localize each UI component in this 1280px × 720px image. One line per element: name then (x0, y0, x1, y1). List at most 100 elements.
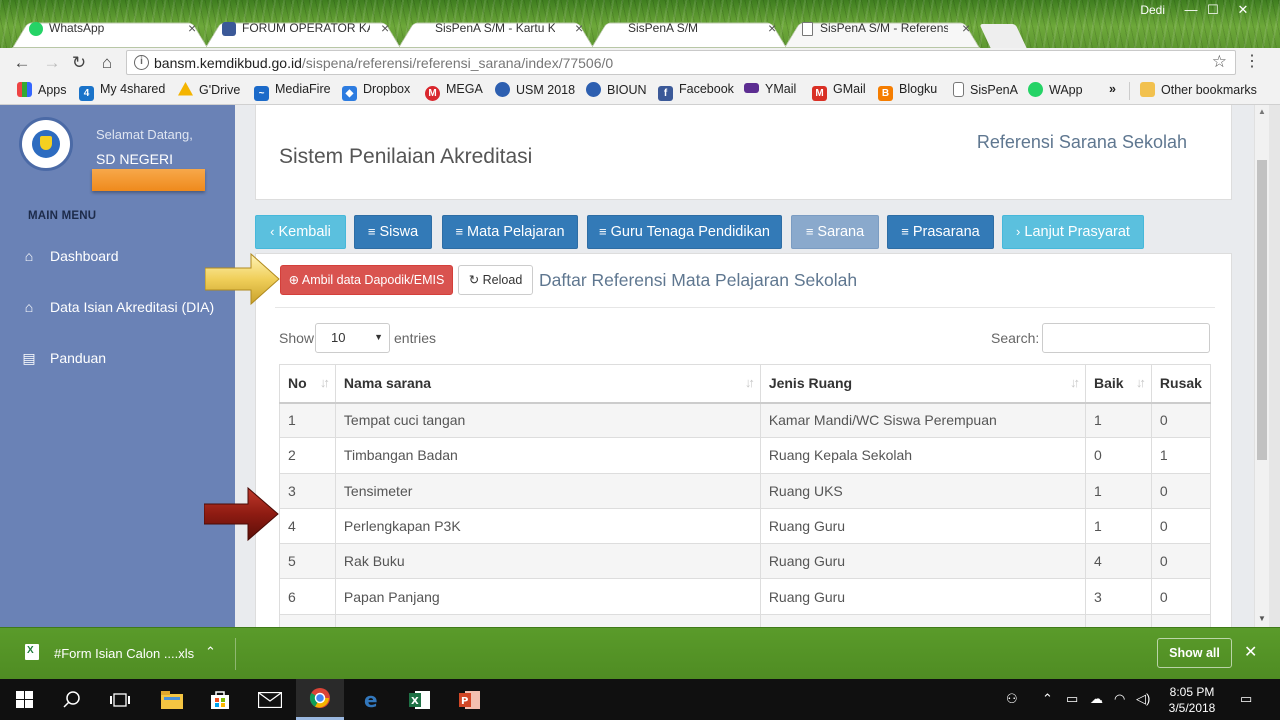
bookmark-apps[interactable]: Apps (17, 82, 67, 100)
mail-icon[interactable] (246, 679, 294, 720)
back-arrow-icon[interactable]: ← (11, 52, 33, 74)
task-view-icon[interactable] (96, 679, 144, 720)
powerpoint-icon[interactable]: P (446, 679, 494, 720)
people-icon[interactable]: ⚇ (1006, 691, 1018, 707)
scroll-down-arrow-icon[interactable]: ▼ (1258, 614, 1266, 623)
cell-rusak: 0 (1150, 578, 1212, 615)
forward-arrow-icon[interactable]: → (41, 52, 63, 74)
cell-baik: 1 (1085, 472, 1152, 509)
cell-rusak: 0 (1150, 472, 1212, 509)
mata-pelajaran-button[interactable]: ≡ Mata Pelajaran (442, 215, 578, 249)
facebook-icon (222, 22, 236, 36)
bookmark-bioun[interactable]: BIOUN (586, 82, 647, 100)
search-label: Search: (991, 330, 1040, 346)
battery-icon[interactable]: ▭ (1066, 691, 1078, 707)
show-all-button[interactable]: Show all (1157, 638, 1232, 668)
column-header-baik[interactable]: Baik ↓↑ (1085, 364, 1152, 404)
sidebar: Selamat Datang, SD NEGERI MAIN MENU ⌂ Das… (0, 105, 235, 627)
sidebar-item-dashboard[interactable]: ⌂ Dashboard (20, 248, 119, 270)
prasarana-button[interactable]: ≡ Prasarana (887, 215, 994, 249)
column-header-jenis-ruang[interactable]: Jenis Ruang ↓↑ (759, 364, 1087, 404)
close-tab-icon[interactable]: × (768, 20, 776, 36)
search-input[interactable] (1042, 323, 1210, 353)
windows-start-icon[interactable] (0, 679, 48, 720)
close-tab-icon[interactable]: × (381, 20, 389, 36)
store-icon[interactable] (196, 679, 244, 720)
ambil-data-dapodik-button[interactable]: ⊕ Ambil data Dapodik/EMIS (280, 265, 453, 295)
bookmark-dropbox[interactable]: ◆ Dropbox (342, 82, 410, 101)
cell-nama-sarana: Tensimeter (334, 472, 761, 509)
lanjut-prasyarat-button[interactable]: › Lanjut Prasyarat (1002, 215, 1144, 249)
bookmark-divider (1129, 82, 1130, 100)
chevron-up-icon[interactable]: ⌃ (205, 644, 216, 660)
download-item[interactable]: #Form Isian Calon ....xls (54, 646, 194, 661)
bookmark-mediafire[interactable]: ~ MediaFire (254, 82, 331, 101)
dropbox-icon: ◆ (342, 86, 357, 101)
page-length-select[interactable]: 10 ▼ (315, 323, 390, 353)
bookmark-4shared[interactable]: 4 My 4shared (79, 82, 165, 101)
cell-jenis-ruang: Ruang Kepala Sekolah (759, 437, 1087, 474)
scroll-thumb[interactable] (1257, 160, 1267, 460)
download-circle-icon: ⊕ (288, 273, 302, 287)
menu-dots-icon[interactable]: ⋮ (1244, 51, 1260, 71)
cell-nama-sarana: Perlengkapan P3K (334, 507, 761, 545)
page-scrollbar[interactable]: ▲ ▼ (1254, 105, 1269, 627)
column-header-nama-sarana[interactable]: Nama sarana ↓↑ (334, 364, 761, 404)
profile-name[interactable]: Dedi (1140, 3, 1165, 17)
chevron-up-icon[interactable]: ⌃ (1042, 691, 1053, 707)
bookmark-wapp[interactable]: WApp (1028, 82, 1083, 100)
windows-taskbar: e X P ⚇ ⌃ ▭ ☁ ◠ ◁) 8:05 PM 3/5/2018 ▭ (0, 679, 1280, 720)
sarana-table: No ↓↑ Nama sarana ↓↑ Jenis Ruang ↓↑ Baik ↓↑ … (279, 364, 1212, 627)
home-icon: ⌂ (24, 248, 34, 264)
cell-no: 4 (279, 507, 336, 545)
column-header-rusak[interactable]: Rusak (1150, 364, 1212, 404)
close-tab-icon[interactable]: × (188, 20, 196, 36)
bookmark-gmail[interactable]: M GMail (812, 82, 866, 101)
clock[interactable]: 8:05 PM 3/5/2018 (1158, 684, 1226, 716)
sarana-button[interactable]: ≡ Sarana (791, 215, 879, 249)
svg-text:e: e (364, 690, 378, 710)
bookmarks-overflow-button[interactable]: » (1109, 82, 1116, 100)
reload-button[interactable]: ↻ Reload (458, 265, 533, 295)
file-explorer-icon[interactable] (148, 679, 196, 720)
address-bar[interactable]: i bansm.kemdikbud.go.id/sispena/referens… (126, 50, 1236, 75)
bookmark-mega[interactable]: M MEGA (425, 82, 483, 101)
excel-icon[interactable]: X (396, 679, 444, 720)
table-row: 4 Perlengkapan P3K Ruang Guru 1 0 (279, 507, 1212, 545)
table-row: 6 Papan Panjang Ruang Guru 3 0 (279, 578, 1212, 615)
wifi-icon[interactable]: ◠ (1114, 691, 1125, 707)
guru-tenaga-pendidikan-button[interactable]: ≡ Guru Tenaga Pendidikan (587, 215, 782, 249)
sidebar-item-dia[interactable]: ⌂ Data Isian Akreditasi (DIA) (20, 299, 214, 321)
cell-baik: 3 (1085, 578, 1152, 615)
other-bookmarks[interactable]: Other bookmarks (1140, 82, 1257, 100)
bookmark-sispena[interactable]: SisPenA (953, 82, 1018, 100)
main-content: Sistem Penilaian Akreditasi Referensi Sa… (235, 105, 1254, 627)
search-icon[interactable] (48, 679, 96, 720)
siswa-button[interactable]: ≡ Siswa (354, 215, 432, 249)
close-tab-icon[interactable]: × (575, 20, 583, 36)
kembali-button[interactable]: ‹ Kembali (255, 215, 346, 249)
scroll-up-arrow-icon[interactable]: ▲ (1258, 107, 1266, 116)
bookmark-star-icon[interactable]: ☆ (1212, 52, 1227, 72)
cell-jenis-ruang: Kamar Mandi/WC Siswa Perempuan (759, 401, 1087, 439)
chrome-icon[interactable] (296, 679, 344, 720)
bookmark-blogku[interactable]: B Blogku (878, 82, 937, 101)
notification-icon[interactable]: ▭ (1240, 691, 1252, 707)
bookmark-ymail[interactable]: YMail (744, 82, 796, 100)
edge-icon[interactable]: e (348, 679, 396, 720)
sort-icon: ↓↑ (1070, 375, 1080, 390)
reload-icon[interactable]: ↻ (68, 52, 90, 74)
column-header-no[interactable]: No ↓↑ (279, 364, 336, 404)
tab-label: SisPenA S/M - Kartu Kend (435, 21, 555, 35)
bookmark-gdrive[interactable]: G'Drive (178, 82, 240, 100)
bookmark-facebook[interactable]: f Facebook (658, 82, 734, 101)
home-icon[interactable]: ⌂ (96, 52, 118, 74)
cloud-icon[interactable]: ☁ (1090, 691, 1103, 707)
sidebar-item-panduan[interactable]: ▤ Panduan (20, 350, 106, 372)
volume-icon[interactable]: ◁) (1136, 691, 1150, 707)
close-tab-icon[interactable]: × (962, 20, 970, 36)
cell-no: 1 (279, 401, 336, 439)
close-icon[interactable]: ✕ (1244, 642, 1257, 662)
info-icon[interactable]: i (134, 55, 149, 70)
bookmark-usm[interactable]: USM 2018 (495, 82, 575, 100)
